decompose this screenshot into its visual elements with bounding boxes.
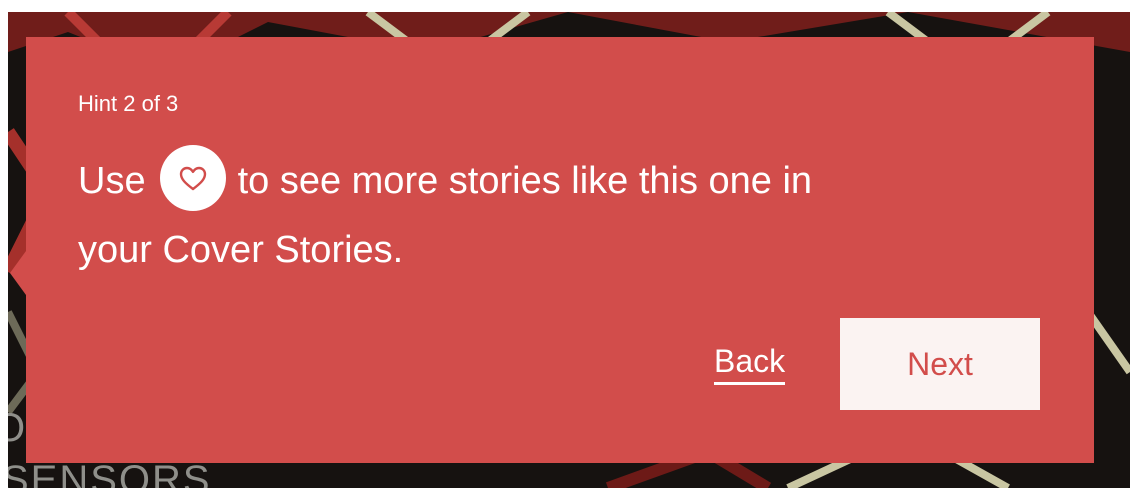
hint-message-suffix: to see more stories like this one in [237, 160, 813, 203]
hint-message-line-1: Use to see more stories like this one in [78, 145, 1038, 211]
hint-message-prefix: Use [78, 160, 146, 203]
hint-message: Use to see more stories like this one in… [78, 145, 1038, 273]
background-label: SENSORS [8, 458, 212, 488]
background-label-left: O [8, 406, 26, 450]
hint-message-line-2: your Cover Stories. [78, 229, 404, 271]
tooltip-pointer [10, 251, 26, 295]
hint-tooltip: Hint 2 of 3 Use to see more stories like… [10, 37, 1094, 463]
next-button[interactable]: Next [840, 318, 1040, 410]
hint-counter: Hint 2 of 3 [78, 91, 179, 116]
back-link[interactable]: Back [714, 343, 786, 385]
heart-icon [159, 145, 226, 211]
